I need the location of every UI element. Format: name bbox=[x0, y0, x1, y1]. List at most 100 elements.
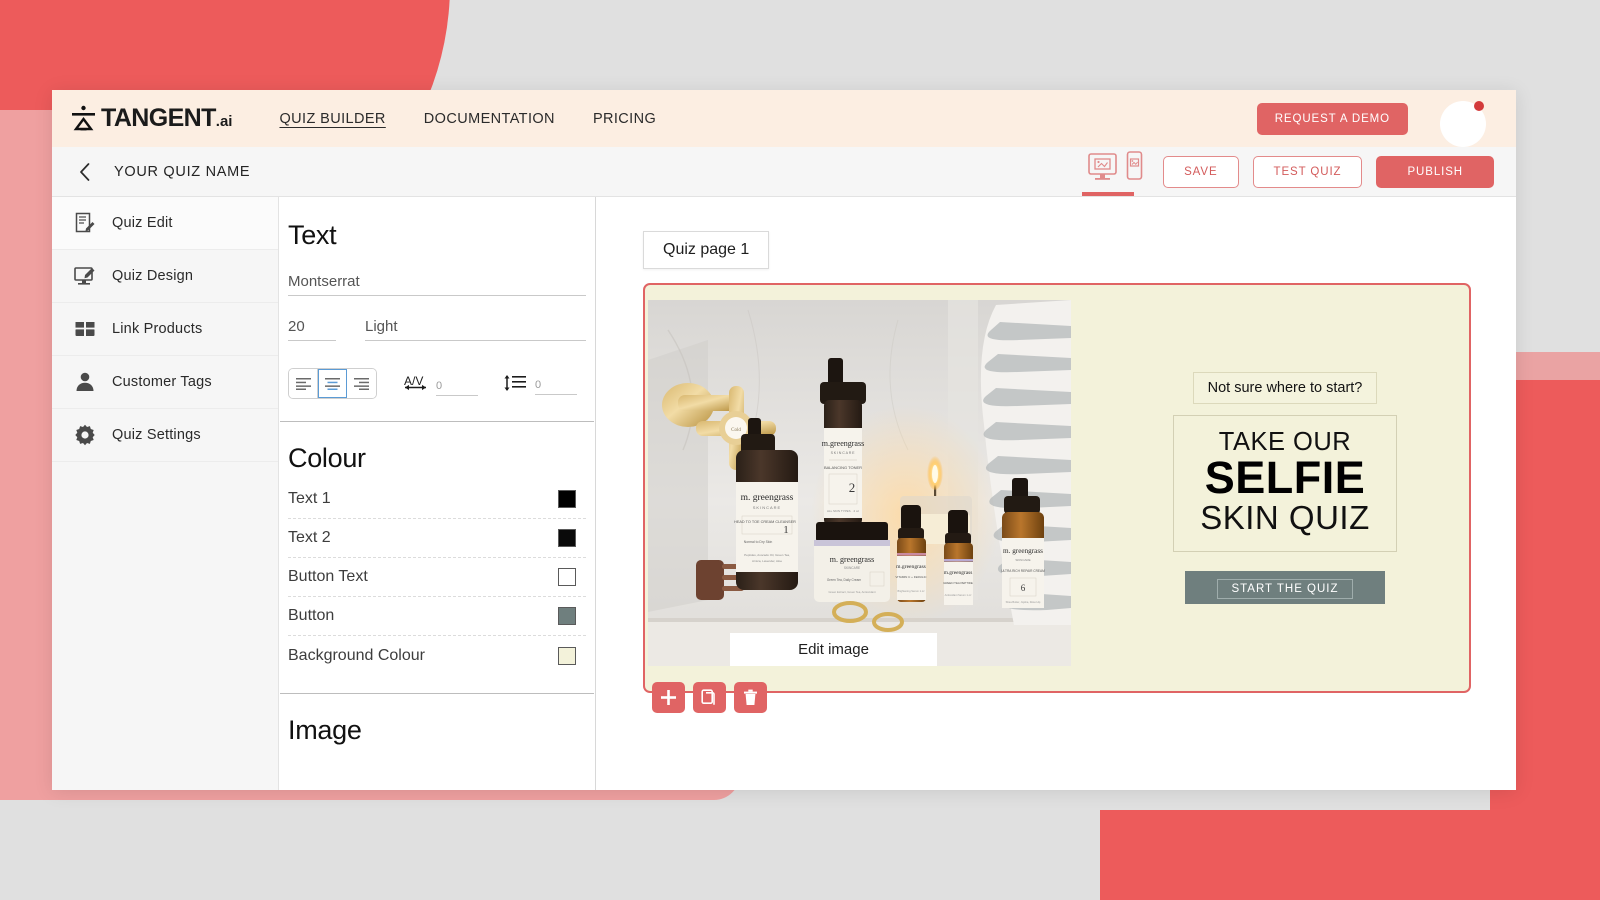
sidebar-item-label: Customer Tags bbox=[112, 374, 212, 390]
headline-line-1: TAKE OUR bbox=[1218, 427, 1352, 456]
sidebar-item-label: Quiz Design bbox=[112, 268, 194, 284]
sidebar-item-label: Quiz Edit bbox=[112, 215, 173, 231]
app-window: TANGENT.ai QUIZ BUILDER DOCUMENTATION PR… bbox=[52, 90, 1516, 790]
font-weight-field[interactable]: Light bbox=[365, 318, 586, 341]
colour-swatch[interactable] bbox=[558, 490, 576, 508]
quiz-subheading[interactable]: Not sure where to start? bbox=[1192, 371, 1378, 404]
svg-text:m. greengrass: m. greengrass bbox=[741, 493, 794, 503]
brand-logo[interactable]: TANGENT.ai bbox=[71, 104, 232, 133]
align-left-icon bbox=[295, 378, 311, 390]
font-size-field[interactable]: 20 bbox=[288, 318, 336, 341]
quiz-text-column: Not sure where to start? TAKE OUR SELFIE… bbox=[1097, 285, 1473, 691]
properties-panel: Text Montserrat 20 Light A/V 0 0 Colour … bbox=[279, 197, 596, 790]
svg-text:ALL SKIN TYPES · 4 oz: ALL SKIN TYPES · 4 oz bbox=[827, 509, 860, 513]
nav-links: QUIZ BUILDER DOCUMENTATION PRICING bbox=[279, 111, 656, 127]
svg-text:SKINCARE: SKINCARE bbox=[753, 505, 781, 510]
colour-row-button-text[interactable]: Button Text bbox=[288, 558, 586, 597]
svg-text:m.greengrass: m.greengrass bbox=[944, 570, 973, 576]
nav-link-documentation[interactable]: DOCUMENTATION bbox=[424, 111, 555, 127]
duplicate-page-button[interactable] bbox=[693, 682, 726, 713]
svg-text:Antioxidant Serum 1 oz: Antioxidant Serum 1 oz bbox=[945, 593, 973, 597]
gear-icon bbox=[75, 424, 95, 446]
device-preview-toggle[interactable] bbox=[1082, 147, 1149, 196]
note-edit-icon bbox=[75, 212, 95, 233]
svg-text:SKINCARE: SKINCARE bbox=[831, 451, 856, 455]
publish-button[interactable]: PUBLISH bbox=[1376, 155, 1494, 188]
colour-row-background-colour[interactable]: Background Colour bbox=[288, 636, 586, 675]
text-properties-section: Text Montserrat 20 Light A/V 0 0 bbox=[279, 197, 595, 421]
avatar[interactable] bbox=[1440, 101, 1486, 147]
nav-link-quiz-builder[interactable]: QUIZ BUILDER bbox=[279, 111, 385, 127]
sub-toolbar: YOUR QUIZ NAME SAVE TEST QUIZ PUBLISH bbox=[52, 147, 1516, 197]
headline-line-3: SKIN QUIZ bbox=[1200, 498, 1370, 536]
sidebar-item-quiz-edit[interactable]: Quiz Edit bbox=[52, 197, 278, 250]
chevron-left-icon bbox=[80, 162, 90, 181]
quiz-image-block[interactable]: Cold m.greengrass SKINCARE BALANCING TON… bbox=[648, 300, 1071, 666]
colour-label: Button Text bbox=[288, 568, 368, 585]
colour-swatch[interactable] bbox=[558, 646, 576, 665]
colour-row-button[interactable]: Button bbox=[288, 597, 586, 636]
monitor-pen-icon bbox=[74, 267, 95, 285]
svg-text:Arnica, Lavender, Aloe: Arnica, Lavender, Aloe bbox=[752, 559, 782, 563]
image-properties-section: Image bbox=[279, 694, 595, 746]
decorative-block-bottom bbox=[1100, 810, 1600, 900]
quiz-page-frame[interactable]: Cold m.greengrass SKINCARE BALANCING TON… bbox=[643, 283, 1473, 713]
trash-icon bbox=[744, 689, 757, 705]
quiz-name-label: YOUR QUIZ NAME bbox=[114, 163, 251, 180]
line-height-icon bbox=[504, 374, 526, 391]
align-left-button[interactable] bbox=[289, 369, 318, 398]
text-section-title: Text bbox=[288, 220, 337, 250]
svg-text:6: 6 bbox=[1021, 583, 1026, 593]
back-button[interactable] bbox=[74, 161, 96, 183]
top-navigation-bar: TANGENT.ai QUIZ BUILDER DOCUMENTATION PR… bbox=[52, 90, 1516, 147]
box-icon bbox=[75, 322, 95, 336]
colour-swatch[interactable] bbox=[558, 568, 576, 586]
sidebar-item-customer-tags[interactable]: Customer Tags bbox=[52, 356, 278, 409]
nav-link-pricing[interactable]: PRICING bbox=[593, 111, 656, 127]
svg-text:m. greengrass: m. greengrass bbox=[1003, 547, 1043, 555]
align-right-icon bbox=[354, 378, 369, 390]
plus-icon bbox=[661, 690, 676, 705]
edit-image-button[interactable]: Edit image bbox=[730, 633, 937, 666]
align-center-button[interactable] bbox=[318, 369, 347, 398]
colour-row-text-1[interactable]: Text 1 bbox=[288, 480, 586, 519]
letter-spacing-control[interactable]: A/V 0 bbox=[403, 372, 478, 396]
save-button[interactable]: SAVE bbox=[1163, 155, 1239, 188]
person-icon bbox=[76, 372, 94, 391]
colour-swatch[interactable] bbox=[558, 529, 576, 547]
svg-text:Cold: Cold bbox=[731, 428, 741, 433]
delete-page-button[interactable] bbox=[734, 682, 767, 713]
font-family-value: Montserrat bbox=[288, 273, 586, 296]
colour-row-text-2[interactable]: Text 2 bbox=[288, 519, 586, 558]
colour-swatch[interactable] bbox=[558, 607, 576, 625]
line-height-control[interactable]: 0 bbox=[504, 373, 577, 395]
notification-badge bbox=[1474, 101, 1484, 111]
svg-text:BALANCING TONER: BALANCING TONER bbox=[824, 465, 862, 470]
sidebar-item-quiz-design[interactable]: Quiz Design bbox=[52, 250, 278, 303]
align-and-spacing-row: A/V 0 0 bbox=[288, 368, 586, 399]
font-size-weight-row: 20 Light bbox=[288, 318, 586, 341]
start-the-quiz-button[interactable]: START THE QUIZ bbox=[1185, 571, 1385, 605]
svg-text:ULTRA RICH REPAIR CREAM: ULTRA RICH REPAIR CREAM bbox=[1001, 569, 1045, 573]
add-page-button[interactable] bbox=[652, 682, 685, 713]
colour-label: Text 2 bbox=[288, 529, 331, 546]
decorative-block-left bbox=[0, 300, 22, 800]
page-tab-quiz-page-1[interactable]: Quiz page 1 bbox=[643, 231, 770, 269]
sidebar-item-quiz-settings[interactable]: Quiz Settings bbox=[52, 409, 278, 462]
request-demo-button[interactable]: REQUEST A DEMO bbox=[1256, 103, 1408, 135]
tangent-logo-icon bbox=[72, 105, 95, 131]
app-body: Quiz Edit Quiz Design Link Products Cust… bbox=[52, 197, 1516, 790]
colour-label: Text 1 bbox=[288, 490, 331, 507]
svg-text:SKINCARE: SKINCARE bbox=[844, 566, 860, 570]
copy-icon bbox=[701, 689, 715, 705]
colour-section-title: Colour bbox=[288, 443, 366, 473]
colour-properties-section: Colour Text 1 Text 2 Button Text Button bbox=[279, 422, 595, 693]
sub-toolbar-actions: SAVE TEST QUIZ PUBLISH bbox=[1082, 147, 1494, 196]
svg-text:GREEN TEA PEPTIDE: GREEN TEA PEPTIDE bbox=[943, 581, 973, 585]
svg-text:SKINCARE: SKINCARE bbox=[1015, 558, 1030, 562]
font-family-field[interactable]: Montserrat bbox=[288, 273, 586, 296]
align-right-button[interactable] bbox=[347, 369, 376, 398]
sidebar-item-link-products[interactable]: Link Products bbox=[52, 303, 278, 356]
test-quiz-button[interactable]: TEST QUIZ bbox=[1252, 155, 1363, 188]
quiz-headline[interactable]: TAKE OUR SELFIE SKIN QUIZ bbox=[1173, 414, 1397, 553]
